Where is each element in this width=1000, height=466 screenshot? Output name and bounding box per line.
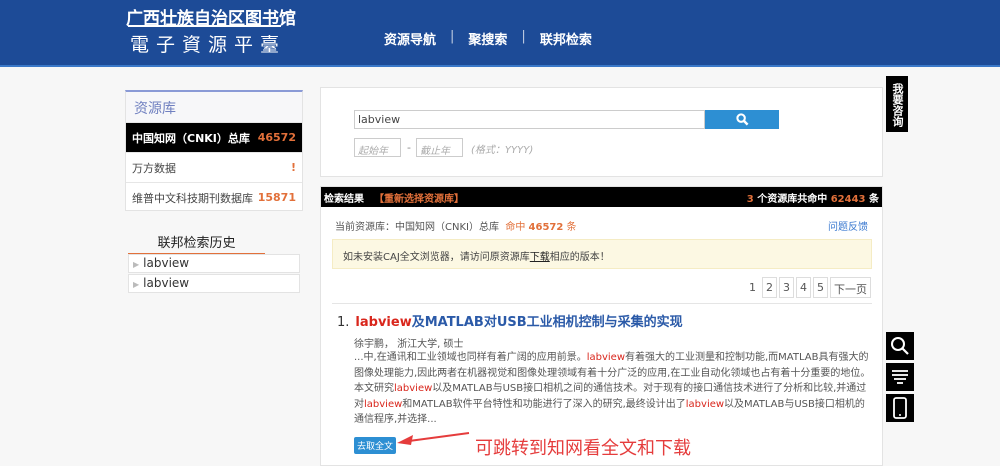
float-search-button[interactable] xyxy=(886,332,914,360)
year-format-hint: (格式：YYYY) xyxy=(471,145,534,156)
start-year-input[interactable]: 起始年 xyxy=(354,138,401,157)
library-count: 3 xyxy=(746,193,754,205)
keyword-highlight: labview xyxy=(394,383,433,394)
header: 广西壮族自治区图书馆 電子資源平臺 资源导航 | 聚搜索 | 联邦检索 xyxy=(0,0,1000,67)
result-abstract: ...中,在通讯和工业领域也同样有着广阔的应用前景。labview有着强大的工业… xyxy=(354,350,872,428)
page-3[interactable]: 3 xyxy=(779,277,794,298)
abstract-text: 和MATLAB软件平台特性和功能进行了深入的研究,最终设计出了 xyxy=(402,398,686,410)
results-label: 检索结果 xyxy=(324,193,364,205)
end-year-input[interactable]: 截止年 xyxy=(416,138,463,157)
mobile-phone-icon xyxy=(893,397,907,419)
search-input[interactable]: labview xyxy=(354,110,705,129)
triangle-icon: ▶ xyxy=(133,260,140,269)
panel-title: 资源库 xyxy=(126,92,302,122)
item-label: 中国知网（CNKI）总库 xyxy=(132,131,250,145)
reselect-library-link[interactable]: 【重新选择资源库】 xyxy=(374,190,464,205)
keyword-highlight: labview xyxy=(685,398,725,410)
result-authors: 徐宇鹏， 浙江大学, 硕士 xyxy=(354,339,464,350)
title-text: 及MATLAB对USB工业相机控制与采集的实现 xyxy=(411,315,683,330)
platform-name[interactable]: 電子資源平臺 xyxy=(130,30,286,57)
caj-notice: 如未安装CAJ全文浏览器，请访问原资源库下载相应的版本！ xyxy=(332,239,872,269)
current-library-label: 当前资源库：中国知网（CNKI）总库 xyxy=(335,222,499,233)
nav-separator: | xyxy=(521,29,526,44)
hit-unit: 条 xyxy=(566,222,577,233)
year-dash: - xyxy=(407,141,411,154)
abstract-text: ...中,在通讯和工业领域也同样有着广阔的应用前景。 xyxy=(354,352,587,363)
sidebar-item-vip[interactable]: 维普中文科技期刊数据库 15871 xyxy=(126,182,302,212)
warning-icon: ! xyxy=(290,161,296,174)
page-2[interactable]: 2 xyxy=(762,277,777,298)
history-item[interactable]: ▶ labview xyxy=(128,274,300,293)
results-summary: 3 个资源库共命中 62443 条 xyxy=(747,190,879,205)
consult-button[interactable]: 我要咨询 xyxy=(886,76,908,132)
nav-federated-search[interactable]: 联邦检索 xyxy=(540,29,592,48)
page-4[interactable]: 4 xyxy=(796,277,811,298)
annotation-arrow xyxy=(397,432,470,445)
page-5[interactable]: 5 xyxy=(813,277,828,298)
resource-library-panel: 资源库 中国知网（CNKI）总库 46572 万方数据! 维普中文科技期刊数据库 1… xyxy=(125,90,303,211)
download-link[interactable]: 下载 xyxy=(530,252,550,263)
triangle-icon: ▶ xyxy=(133,280,140,289)
current-library: 当前资源库：中国知网（CNKI）总库 命中 46572 条 xyxy=(335,218,577,233)
page-1[interactable]: 1 xyxy=(745,277,760,298)
annotation-text: 可跳转到知网看全文和下载 xyxy=(475,438,691,459)
unit: 条 xyxy=(869,193,879,205)
total-hits: 62443 xyxy=(830,193,866,205)
item-count: 15871 xyxy=(257,191,296,204)
sidebar-item-cnki[interactable]: 中国知网（CNKI）总库 46572 xyxy=(126,122,302,152)
title-keyword: labview xyxy=(355,315,412,330)
keyword-highlight: labview xyxy=(364,398,403,410)
search-icon xyxy=(891,337,909,355)
sidebar-item-wanfang[interactable]: 万方数据! xyxy=(126,152,302,182)
main-nav: 资源导航 | 聚搜索 | 联邦检索 xyxy=(384,29,592,48)
float-list-button[interactable] xyxy=(886,363,914,391)
next-page[interactable]: 下一页 xyxy=(830,277,871,298)
history-title: 联邦检索历史 xyxy=(128,232,265,255)
history-label: labview xyxy=(143,276,190,290)
list-icon xyxy=(892,370,908,384)
nav-resource-guide[interactable]: 资源导航 xyxy=(384,29,436,48)
search-icon xyxy=(735,113,748,126)
nav-aggregate-search[interactable]: 聚搜索 xyxy=(468,29,507,48)
search-panel: labview 起始年 - 截止年 (格式：YYYY) xyxy=(320,87,883,177)
result-title[interactable]: 1. labview及MATLAB对USB工业相机控制与采集的实现 xyxy=(337,311,683,330)
item-label: 万方数据 xyxy=(132,161,176,175)
notice-text: 相应的版本！ xyxy=(549,252,610,263)
get-fulltext-button[interactable]: 去取全文 xyxy=(354,437,397,454)
feedback-link[interactable]: 问题反馈 xyxy=(828,218,868,233)
history-item[interactable]: ▶ labview xyxy=(128,254,300,273)
results-bar: 检索结果 【重新选择资源库】 3 个资源库共命中 62443 条 xyxy=(321,187,882,207)
nav-separator: | xyxy=(450,29,455,44)
item-count: 46572 xyxy=(257,131,296,144)
keyword-highlight: labview xyxy=(586,352,625,363)
history-label: labview xyxy=(143,256,190,270)
results-panel: 检索结果 【重新选择资源库】 3 个资源库共命中 62443 条 当前资源库：中… xyxy=(320,186,883,466)
search-button[interactable] xyxy=(705,110,779,129)
summary-text: 个资源库共命中 xyxy=(757,193,828,205)
result-index: 1. xyxy=(337,315,350,330)
float-mobile-button[interactable] xyxy=(886,394,914,422)
item-label: 维普中文科技期刊数据库 xyxy=(132,191,253,205)
hit-count: 46572 xyxy=(528,222,564,233)
hit-label: 命中 xyxy=(505,222,526,233)
pagination: 1 2 3 4 5 下一页 xyxy=(745,277,871,298)
divider xyxy=(332,303,872,304)
notice-text: 如未安装CAJ全文浏览器，请访问原资源库 xyxy=(343,252,530,263)
logo-divider xyxy=(128,25,281,27)
